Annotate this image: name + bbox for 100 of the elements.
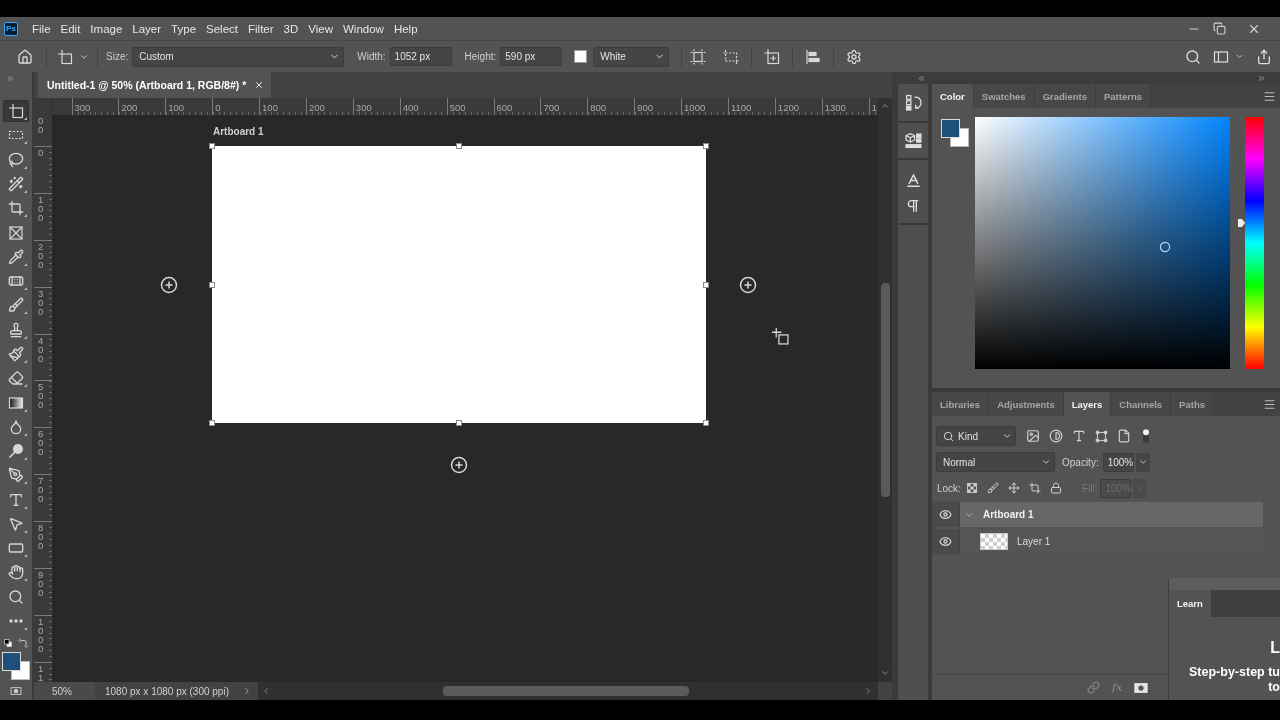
share-icon[interactable] xyxy=(1256,48,1272,65)
home-icon[interactable] xyxy=(17,48,33,65)
chevron-right-icon[interactable] xyxy=(863,686,873,696)
default-colors-icon[interactable] xyxy=(4,639,12,648)
menu-item[interactable]: Window xyxy=(338,17,389,40)
ruler-label: 00 xyxy=(38,116,44,134)
transform-handle[interactable] xyxy=(456,420,462,426)
shape-icon[interactable] xyxy=(1095,429,1108,443)
crop-icon[interactable] xyxy=(1028,482,1041,494)
double-chevron-icon[interactable] xyxy=(1257,73,1266,83)
artboard-icon[interactable] xyxy=(57,48,73,65)
panel-tab[interactable]: Adjustments xyxy=(989,392,1064,416)
dashed-frame-icon[interactable] xyxy=(690,48,707,65)
half-circle-icon[interactable] xyxy=(1049,429,1063,443)
menu-icon[interactable] xyxy=(1263,397,1276,411)
zoom-field[interactable]: 50% xyxy=(34,682,95,700)
menu-item[interactable]: Layer xyxy=(127,17,167,40)
ruler-label: 1000 xyxy=(38,616,44,653)
transform-handle[interactable] xyxy=(209,281,215,288)
checkerboard-icon[interactable] xyxy=(965,482,978,494)
transform-handle[interactable] xyxy=(703,281,709,288)
frame-plus-icon[interactable] xyxy=(764,48,781,65)
chevron-up-icon[interactable] xyxy=(880,101,890,111)
plus-circle-icon[interactable] xyxy=(450,456,468,474)
dashed-frame-icon[interactable] xyxy=(723,48,740,65)
ruler-label: 900 xyxy=(637,102,654,112)
menu-item[interactable]: Filter xyxy=(243,17,279,40)
history-icon[interactable] xyxy=(904,94,922,111)
double-chevron-icon[interactable] xyxy=(917,73,926,83)
color-swatches-icon[interactable] xyxy=(941,119,969,147)
height-field[interactable]: 590 px xyxy=(500,47,563,66)
visibility-toggle[interactable] xyxy=(932,529,960,554)
artboard-tool-button[interactable] xyxy=(3,100,29,123)
caret-icon[interactable] xyxy=(1235,52,1244,61)
plus-circle-icon[interactable] xyxy=(739,276,757,294)
chevron-down-icon[interactable] xyxy=(880,668,890,678)
brush-icon[interactable] xyxy=(986,482,999,494)
document-icon[interactable] xyxy=(1117,429,1131,443)
menu-item[interactable]: Help xyxy=(388,17,423,40)
color-swatches-icon[interactable] xyxy=(2,652,30,681)
plus-circle-icon[interactable] xyxy=(160,276,178,294)
align-left-icon[interactable] xyxy=(805,48,822,65)
menu-item[interactable]: Type xyxy=(166,17,202,40)
panel-tab[interactable]: Libraries xyxy=(932,392,990,416)
document-tab[interactable]: Untitled-1 @ 50% (Artboard 1, RGB/8#) * xyxy=(38,72,272,98)
chevron-right-icon[interactable] xyxy=(242,686,252,696)
transform-handle[interactable] xyxy=(209,143,215,149)
transform-handle[interactable] xyxy=(209,420,215,426)
opacity-label: Opacity: xyxy=(1062,456,1099,468)
menu-item[interactable]: 3D xyxy=(278,17,304,40)
scrollbar-thumb[interactable] xyxy=(443,686,689,696)
size-dropdown[interactable]: Custom xyxy=(132,46,345,67)
filter-dropdown[interactable]: Kind xyxy=(936,426,1016,446)
menu-item[interactable]: View xyxy=(303,17,338,40)
search-icon[interactable] xyxy=(1185,48,1201,65)
quick-mask-icon[interactable] xyxy=(10,685,22,698)
lock-icon[interactable] xyxy=(1049,482,1062,494)
width-field[interactable]: 1052 px xyxy=(389,47,452,66)
lock-label: Lock: xyxy=(937,482,961,494)
pilcrow-icon[interactable] xyxy=(905,198,921,214)
color-field[interactable] xyxy=(975,117,1230,369)
chevron-left-icon[interactable] xyxy=(261,686,271,696)
menu-icon[interactable] xyxy=(1263,89,1276,103)
picker-ring-icon[interactable] xyxy=(1159,241,1171,253)
restore-icon[interactable] xyxy=(1213,22,1226,35)
visibility-toggle[interactable] xyxy=(932,502,960,527)
mask-icon[interactable] xyxy=(1134,680,1149,695)
settings-icon[interactable] xyxy=(846,48,863,65)
menu-item[interactable]: Image xyxy=(85,17,128,40)
panel-tab[interactable]: Channels xyxy=(1111,392,1172,416)
panel-tab[interactable]: Layers xyxy=(1063,392,1112,416)
panel-layout-icon[interactable] xyxy=(1213,48,1229,65)
transform-handle[interactable] xyxy=(703,420,709,426)
hue-slider[interactable] xyxy=(1238,117,1264,369)
letter-t-icon[interactable] xyxy=(1072,429,1086,443)
swap-arrow-icon[interactable] xyxy=(18,638,28,649)
panel-tab[interactable]: Paths xyxy=(1171,392,1214,416)
menu-item[interactable]: File xyxy=(27,17,56,40)
transform-handle[interactable] xyxy=(703,143,709,149)
layer-row[interactable]: Artboard 1 xyxy=(960,502,1263,527)
close-icon[interactable] xyxy=(254,80,265,90)
move-icon[interactable] xyxy=(1007,482,1020,494)
image-icon[interactable] xyxy=(1026,429,1040,443)
cube-icon[interactable] xyxy=(904,132,922,149)
panel-tab[interactable]: Patterns xyxy=(1096,84,1151,108)
scrollbar-thumb[interactable] xyxy=(880,283,890,497)
panel-tab[interactable]: Swatches xyxy=(973,84,1035,108)
hand-icon xyxy=(8,564,24,581)
menu-item[interactable]: Edit xyxy=(55,17,86,40)
opacity-field[interactable]: 100% xyxy=(1102,452,1134,472)
transform-handle[interactable] xyxy=(456,143,462,149)
letter-a-icon[interactable] xyxy=(904,172,922,189)
color-swatch-icon[interactable] xyxy=(574,50,588,63)
panel-tab[interactable]: Color xyxy=(932,84,974,108)
panel-tab[interactable]: Learn xyxy=(1169,590,1212,617)
background-dropdown[interactable]: White xyxy=(593,46,670,67)
panel-tab[interactable]: Gradients xyxy=(1034,84,1096,108)
ruler-label: 0 xyxy=(215,102,221,112)
menu-item[interactable]: Select xyxy=(201,17,243,40)
blend-mode-dropdown[interactable]: Normal xyxy=(936,452,1055,472)
